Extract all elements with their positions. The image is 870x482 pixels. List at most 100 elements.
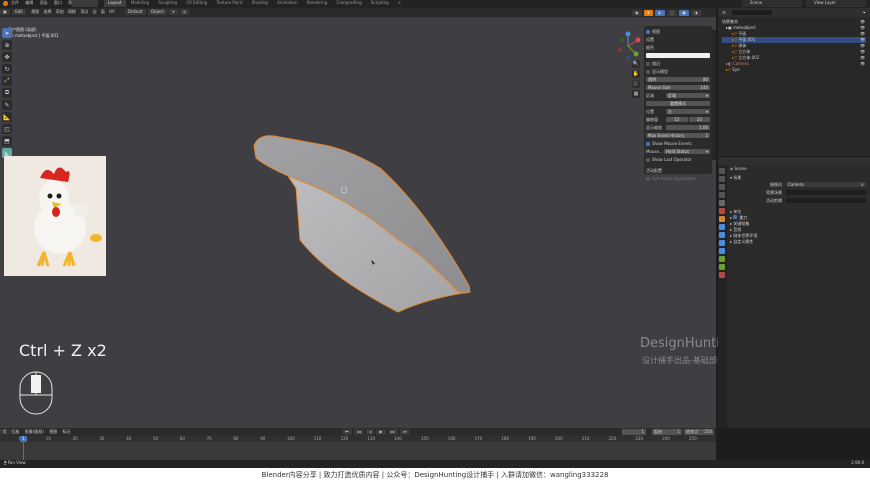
- tab-sculpting[interactable]: Sculpting: [154, 0, 181, 7]
- modifier-tab-icon[interactable]: [719, 224, 725, 230]
- outliner-editor-icon[interactable]: ☰: [722, 10, 726, 16]
- menu-face[interactable]: 面: [101, 9, 105, 14]
- move-tool-icon[interactable]: ✥: [2, 52, 12, 62]
- view-layer-tab-icon[interactable]: [719, 192, 725, 198]
- view-layer-selector[interactable]: View Layer: [806, 0, 866, 7]
- active-clip-field[interactable]: [786, 198, 866, 203]
- timeline-menu-playback[interactable]: 回放: [11, 429, 19, 434]
- tool-tab-icon[interactable]: [719, 168, 725, 174]
- timeline-menu-marker[interactable]: 标记: [62, 429, 70, 434]
- npanel-tabs[interactable]: [712, 30, 716, 160]
- tab-scripting[interactable]: Scripting: [367, 0, 393, 7]
- menu-uv[interactable]: UV: [109, 9, 115, 14]
- scale-field[interactable]: 1.00: [666, 125, 710, 130]
- outliner-search-input[interactable]: [731, 10, 772, 15]
- timeline[interactable]: 0102030405060708090100110120130140150160…: [0, 436, 716, 460]
- color-swatch[interactable]: [646, 53, 710, 58]
- xray-icon[interactable]: ▢: [667, 10, 677, 16]
- scene-selector[interactable]: Scene: [742, 0, 802, 7]
- prev-key-icon[interactable]: ◂◂: [353, 429, 364, 435]
- transform-tool-icon[interactable]: ⧉: [2, 88, 12, 98]
- close-icon[interactable]: ×: [861, 182, 864, 188]
- world-tab-icon[interactable]: [719, 208, 725, 214]
- zoom-icon[interactable]: 🔍: [632, 60, 640, 68]
- jump-start-icon[interactable]: ⏮: [342, 429, 352, 435]
- texture-tab-icon[interactable]: [719, 272, 725, 278]
- mouse-size-field[interactable]: Mouse Size 144: [646, 85, 710, 90]
- gravity-checkbox[interactable]: [733, 215, 738, 219]
- render-tab-icon[interactable]: [719, 176, 725, 182]
- menu-edit[interactable]: 编辑: [25, 0, 33, 6]
- menu-render[interactable]: 渲染: [40, 0, 48, 6]
- section-custom[interactable]: ▸ 自定义属性: [730, 239, 870, 245]
- visibility-icon[interactable]: ◉: [632, 10, 642, 16]
- npanel-header-toggle[interactable]: [646, 29, 650, 34]
- menu-window[interactable]: 窗口: [54, 0, 62, 6]
- scene-tab-icon[interactable]: [719, 200, 725, 206]
- select-tool-icon[interactable]: ➤: [2, 28, 12, 38]
- pan-hand-icon[interactable]: ✋: [632, 70, 640, 78]
- mesh-object[interactable]: [248, 128, 476, 320]
- add-cube-tool-icon[interactable]: ◰: [2, 124, 12, 134]
- next-key-icon[interactable]: ▸▸: [387, 429, 398, 435]
- eye-icon[interactable]: 👁: [860, 61, 866, 67]
- ortho-grid-icon[interactable]: ▦: [632, 90, 640, 98]
- tab-compositing[interactable]: Compositing: [333, 0, 366, 7]
- menu-mesh[interactable]: 网格: [68, 9, 76, 14]
- reset-mode-button[interactable]: 重置模式: [646, 101, 710, 106]
- camera-view-icon[interactable]: 🎥: [632, 80, 640, 88]
- tab-modeling[interactable]: Modeling: [127, 0, 153, 7]
- mode-selector[interactable]: Edit: [12, 9, 26, 15]
- object-tab-icon[interactable]: [719, 216, 725, 222]
- constraints-tab-icon[interactable]: [719, 248, 725, 254]
- tab-texture-paint[interactable]: Texture Paint: [213, 0, 247, 7]
- menu-select[interactable]: 选择: [43, 9, 51, 14]
- show-last-checkbox[interactable]: [646, 157, 650, 162]
- particles-tab-icon[interactable]: [719, 232, 725, 238]
- add-workspace-icon[interactable]: +: [394, 0, 405, 7]
- play-reverse-icon[interactable]: ◂: [366, 429, 375, 435]
- annotate-tool-icon[interactable]: ✎: [2, 100, 12, 110]
- play-icon[interactable]: ▶: [376, 429, 386, 435]
- menu-add[interactable]: 添加: [56, 9, 64, 14]
- timeline-editor-icon[interactable]: ⏱: [0, 429, 10, 435]
- navigation-gizmo[interactable]: [612, 30, 644, 62]
- offset-y-field[interactable]: 33: [688, 117, 710, 122]
- outliner-item-eye[interactable]: ▸▽ Eye: [722, 67, 866, 73]
- outline-checkbox[interactable]: [646, 61, 650, 66]
- mouse-mode-dropdown[interactable]: Hold Status ▾: [664, 149, 710, 154]
- material-shading-icon[interactable]: ◑: [691, 10, 701, 16]
- cursor-tool-icon[interactable]: ⊕: [2, 40, 12, 50]
- filter-icon[interactable]: ⏷: [863, 10, 866, 16]
- gizmo-icon[interactable]: ✱: [643, 10, 654, 16]
- material-tab-icon[interactable]: [719, 264, 725, 270]
- max-history-field[interactable]: Max Event History 2: [646, 133, 710, 138]
- timeline-menu-view[interactable]: 视图: [49, 429, 57, 434]
- end-frame-field[interactable]: 结束点 250: [684, 429, 714, 435]
- snap-icon[interactable]: ⌖: [169, 9, 178, 15]
- active-app-checkbox[interactable]: [646, 176, 650, 181]
- offset-x-field[interactable]: 12: [666, 117, 688, 122]
- extrude-tool-icon[interactable]: ⬒: [2, 136, 12, 146]
- menu-vertex[interactable]: 顶点: [80, 9, 88, 14]
- menu-file[interactable]: 文件: [11, 0, 19, 6]
- bg-scene-field[interactable]: [786, 190, 866, 195]
- current-frame-field[interactable]: 1: [622, 429, 646, 435]
- overlay-icon[interactable]: ◐: [655, 10, 665, 16]
- region-dropdown[interactable]: 区域 ▾: [666, 93, 710, 98]
- tab-shading[interactable]: Shading: [248, 0, 272, 7]
- jump-end-icon[interactable]: ⏭: [400, 429, 410, 435]
- rotate-tool-icon[interactable]: ↻: [2, 64, 12, 74]
- tab-animation[interactable]: Animation: [273, 0, 301, 7]
- menu-edge[interactable]: 边: [93, 9, 97, 14]
- tab-rendering[interactable]: Rendering: [303, 0, 331, 7]
- scale-tool-icon[interactable]: ⤢: [2, 76, 12, 86]
- measure-tool-icon[interactable]: 📐: [2, 112, 12, 122]
- tab-uv-editing[interactable]: UV Editing: [182, 0, 211, 7]
- editor-type-button[interactable]: ▣: [0, 9, 10, 15]
- position-dropdown[interactable]: 左 ▾: [666, 109, 710, 114]
- start-frame-field[interactable]: 起始 1: [652, 429, 682, 435]
- data-tab-icon[interactable]: [719, 256, 725, 262]
- screen-layout-selector[interactable]: [72, 0, 98, 7]
- show-model-checkbox[interactable]: [646, 69, 650, 74]
